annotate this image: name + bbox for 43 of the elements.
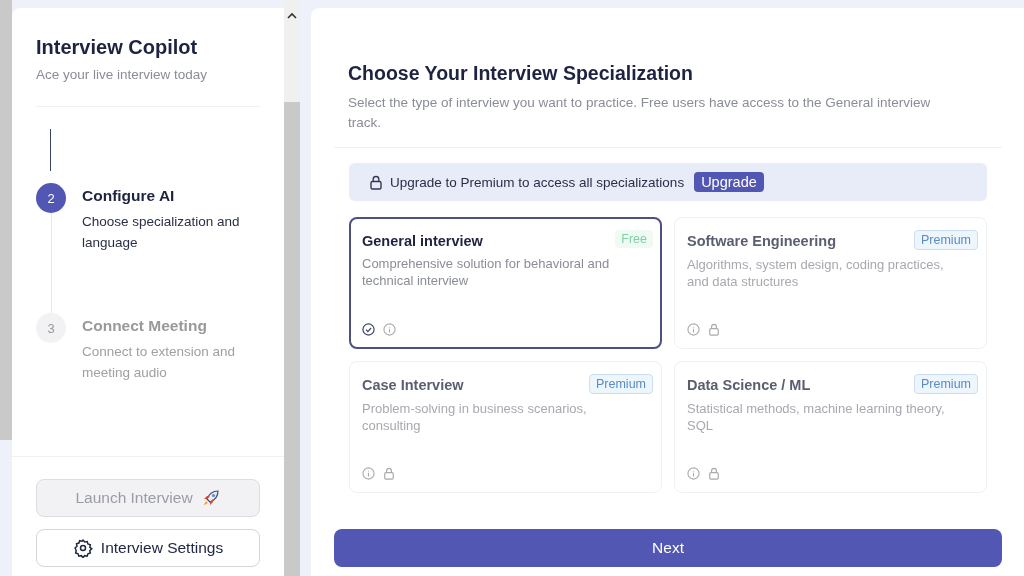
settings-icon [72, 538, 93, 558]
scroll-up-icon[interactable] [287, 12, 297, 19]
info-icon[interactable] [687, 323, 700, 336]
card-description: Problem-solving in business scenarios, consulting [362, 400, 588, 435]
card-description: Statistical methods, machine learning theory, SQL [687, 400, 946, 435]
step-description: Choose specialization and language [82, 213, 241, 252]
page-subtitle: Select the type of interview you want to practice. Free users have access to the General interview track. [348, 94, 932, 132]
scrollbar-thumb[interactable] [284, 102, 300, 576]
scrollbar-thumb[interactable] [0, 0, 12, 440]
step-title: Configure AI [82, 187, 176, 205]
app-title: Interview Copilot [36, 36, 199, 59]
lock-icon [383, 467, 395, 480]
info-icon[interactable] [383, 323, 396, 336]
lock-icon [708, 467, 720, 480]
card-title: Data Science / ML [687, 377, 811, 393]
card-title: General interview [362, 233, 483, 249]
lock-icon [708, 323, 720, 336]
specialization-card[interactable]: Data Science / ML Premium Statistical methods, machine learning theory, SQL [674, 361, 987, 493]
plan-badge: Free [615, 230, 653, 248]
plan-badge: Premium [589, 374, 653, 394]
plan-badge: Premium [914, 230, 978, 250]
info-icon[interactable] [687, 467, 700, 480]
step-title: Connect Meeting [82, 317, 208, 335]
step-number: 2 [36, 183, 66, 213]
plan-badge: Premium [914, 374, 978, 394]
check-circle-icon [362, 323, 375, 336]
page-title: Choose Your Interview Specialization [348, 62, 694, 85]
card-description: Algorithms, system design, coding practices, and data structures [687, 256, 945, 291]
next-button[interactable]: Next [334, 529, 1002, 567]
card-title: Software Engineering [687, 233, 837, 249]
upgrade-message: Upgrade to Premium to access all specializations [390, 174, 685, 190]
step-description: Connect to extension and meeting audio [82, 343, 237, 382]
specialization-card[interactable]: General interview Free Comprehensive solution for behavioral and technical interview [349, 217, 662, 349]
interview-settings-button[interactable]: Interview Settings [36, 529, 260, 567]
specialization-card[interactable]: Software Engineering Premium Algorithms, system design, coding practices, and data structures [674, 217, 987, 349]
info-icon[interactable] [362, 467, 375, 480]
card-description: Comprehensive solution for behavioral and technical interview [362, 255, 611, 290]
card-title: Case Interview [362, 377, 464, 393]
step-number: 3 [36, 313, 66, 343]
lock-icon [369, 174, 383, 190]
specialization-card[interactable]: Case Interview Premium Problem-solving in business scenarios, consulting [349, 361, 662, 493]
upgrade-button[interactable]: Upgrade [694, 172, 764, 192]
app-subtitle: Ace your live interview today [36, 67, 209, 82]
